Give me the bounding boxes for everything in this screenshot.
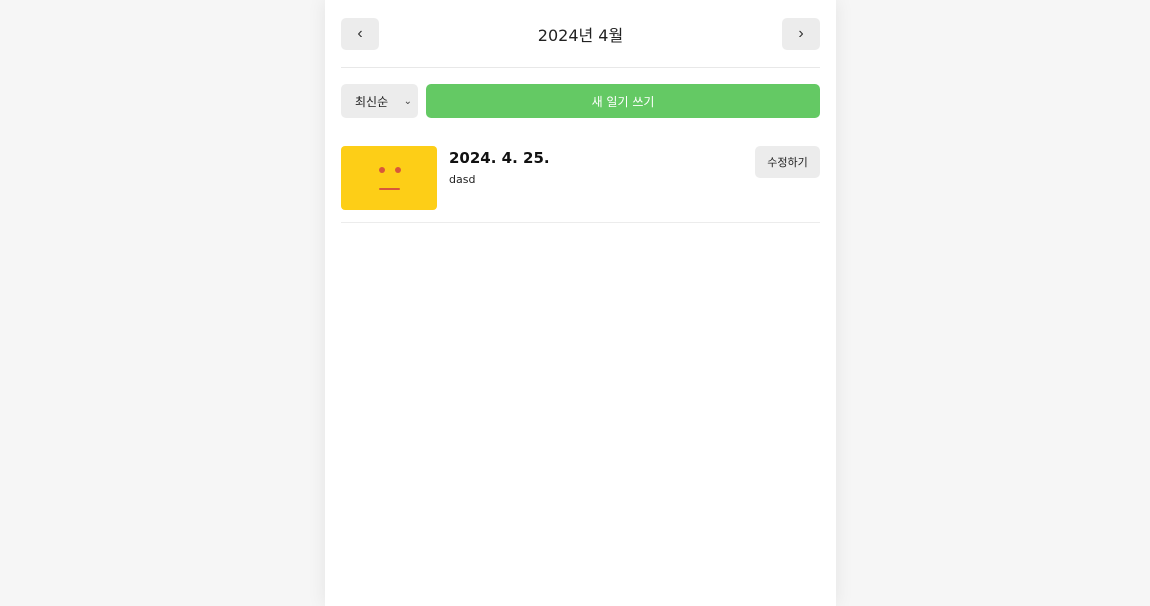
edit-button[interactable]: 수정하기 xyxy=(755,146,820,178)
menu-bar: 최신순 ⌄ 새 일기 쓰기 xyxy=(341,84,820,118)
diary-item: 2024. 4. 25. dasd 수정하기 xyxy=(341,130,820,223)
diary-list: 2024. 4. 25. dasd 수정하기 xyxy=(341,130,820,223)
emotion-right-eye xyxy=(395,167,401,173)
header: ‹ 2024년 4월 › xyxy=(341,0,820,68)
chevron-right-icon: › xyxy=(798,24,804,42)
diary-content: dasd xyxy=(449,173,476,186)
sort-select[interactable]: 최신순 ⌄ xyxy=(341,84,418,118)
prev-month-button[interactable]: ‹ xyxy=(341,17,379,50)
diary-app: ‹ 2024년 4월 › 최신순 ⌄ 새 일기 쓰기 2024. 4. 25. … xyxy=(325,0,836,606)
emotion-left-eye xyxy=(379,167,385,173)
month-title: 2024년 4월 xyxy=(537,25,624,45)
emotion-mouth xyxy=(379,188,400,190)
next-month-button[interactable]: › xyxy=(782,17,820,50)
chevron-down-icon: ⌄ xyxy=(403,95,412,107)
sort-select-value: 최신순 xyxy=(355,94,389,109)
emotion-image[interactable] xyxy=(341,146,437,210)
diary-info[interactable]: 2024. 4. 25. dasd xyxy=(449,146,755,186)
diary-date: 2024. 4. 25. xyxy=(449,149,550,167)
chevron-left-icon: ‹ xyxy=(357,24,363,42)
new-diary-button[interactable]: 새 일기 쓰기 xyxy=(426,84,820,118)
